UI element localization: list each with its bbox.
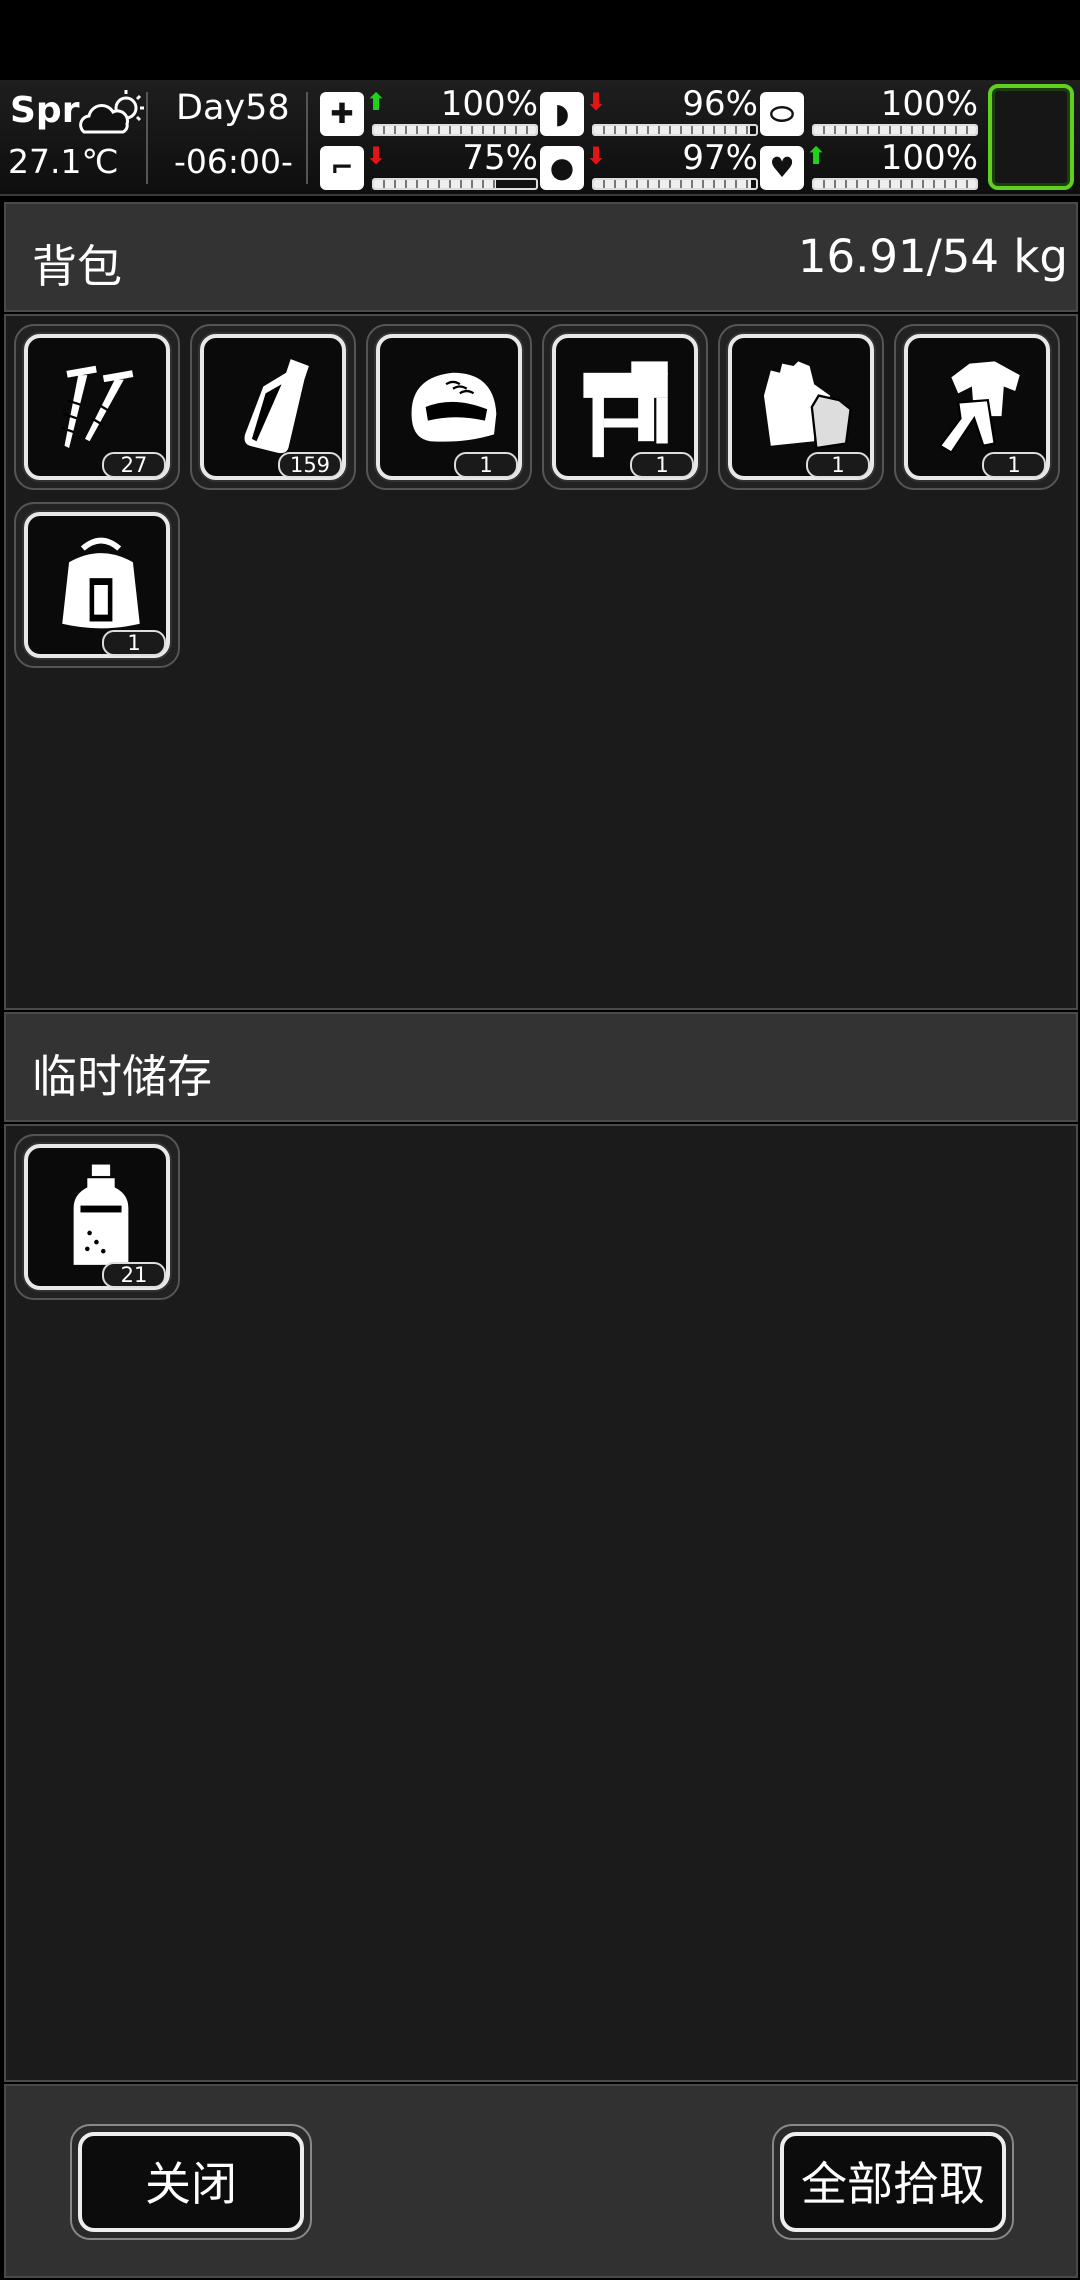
item-count: 1 (454, 452, 518, 478)
hunger-stat: ◗ ⬇ 96% (540, 84, 758, 138)
liquid-bottle-icon (73, 1164, 129, 1265)
water-drop-icon: ● (540, 146, 584, 190)
nail-gun-icon (583, 361, 668, 458)
bottle-icon (244, 359, 309, 454)
thirst-bar (592, 178, 758, 190)
hud-bar: Spr 27.1℃ Day58 -06:00- ✚ ⬆ 100% ◗ ⬇ 96%… (0, 80, 1080, 196)
trend-up-icon: ⬆ (366, 88, 387, 116)
stamina-value: 75% (462, 138, 538, 178)
item-slot-helmet[interactable]: 1 (366, 324, 532, 490)
gloves-icon (763, 361, 852, 450)
stamina-bar-fill (374, 180, 496, 188)
foot-icon: ⌐ (320, 146, 364, 190)
footer-bar: 关闭 全部拾取 (4, 2084, 1078, 2278)
item-slot-bottle[interactable]: 159 (190, 324, 356, 490)
temp-storage-title: 临时储存 (32, 1050, 213, 1103)
pill-icon: ⬭ (760, 92, 804, 136)
energy-stat: ⬭ 100% (760, 84, 978, 138)
thirst-value: 97% (682, 138, 758, 178)
hunger-value: 96% (682, 84, 758, 124)
energy-bar (812, 124, 978, 136)
item-slot-nail-gun[interactable]: 1 (542, 324, 708, 490)
health-bar-fill (374, 126, 536, 134)
item-count: 1 (806, 452, 870, 478)
item-count: 1 (630, 452, 694, 478)
pickup-all-button-label: 全部拾取 (780, 2132, 1006, 2232)
time-label: -06:00- (174, 142, 293, 181)
item-slot-screws[interactable]: 27 (14, 324, 180, 490)
energy-bar-fill (814, 126, 976, 134)
mood-stat: ♥ ⬆ 100% (760, 138, 978, 192)
pickup-all-button[interactable]: 全部拾取 (772, 2124, 1014, 2240)
backpack-title: 背包 (32, 240, 123, 293)
clothing-set-icon (938, 361, 1020, 455)
health-stat: ✚ ⬆ 100% (320, 84, 538, 138)
quick-slot-button[interactable] (988, 84, 1074, 190)
thirst-stat: ● ⬇ 97% (540, 138, 758, 192)
day-label: Day58 (176, 88, 290, 128)
stamina-bar (372, 178, 538, 190)
divider (306, 92, 308, 184)
trend-up-icon: ⬆ (806, 142, 827, 170)
backpack-icon (62, 537, 140, 629)
stamina-stat: ⌐ ⬇ 75% (320, 138, 538, 192)
health-bar (372, 124, 538, 136)
backpack-weight: 16.91/54 kg (797, 230, 1068, 283)
partly-cloudy-sun-icon (79, 90, 144, 134)
item-count: 159 (278, 452, 342, 478)
status-bar (0, 0, 1080, 80)
mood-bar-fill (814, 180, 976, 188)
item-count: 1 (982, 452, 1046, 478)
energy-value: 100% (880, 84, 978, 124)
season-label: Spr (10, 90, 80, 131)
item-slot-gloves[interactable]: 1 (718, 324, 884, 490)
trend-down-icon: ⬇ (586, 88, 607, 116)
item-slot-liquid-bottle[interactable]: 21 (14, 1134, 180, 1300)
backpack-header: 背包 16.91/54 kg (4, 202, 1078, 312)
divider (146, 92, 148, 184)
screen: Spr 27.1℃ Day58 -06:00- ✚ ⬆ 100% ◗ ⬇ 96%… (0, 0, 1080, 2280)
temperature-label: 27.1℃ (8, 142, 119, 181)
hunger-bar (592, 124, 758, 136)
first-aid-kit-icon: ✚ (320, 92, 364, 136)
item-count: 21 (102, 1262, 166, 1288)
hunger-bar-fill (594, 126, 750, 134)
trend-down-icon: ⬇ (366, 142, 387, 170)
close-button[interactable]: 关闭 (70, 2124, 312, 2240)
item-count: 1 (102, 630, 166, 656)
health-value: 100% (440, 84, 538, 124)
trend-down-icon: ⬇ (586, 142, 607, 170)
mood-value: 100% (880, 138, 978, 178)
helmet-icon (411, 372, 497, 442)
temp-storage-header: 临时储存 (4, 1012, 1078, 1122)
stomach-icon: ◗ (540, 92, 584, 136)
item-slot-backpack[interactable]: 1 (14, 502, 180, 668)
thirst-bar-fill (594, 180, 752, 188)
heart-icon: ♥ (760, 146, 804, 190)
item-count: 27 (102, 452, 166, 478)
mood-bar (812, 178, 978, 190)
close-button-label: 关闭 (78, 2132, 304, 2232)
item-slot-clothing[interactable]: 1 (894, 324, 1060, 490)
screws-icon (60, 365, 134, 449)
